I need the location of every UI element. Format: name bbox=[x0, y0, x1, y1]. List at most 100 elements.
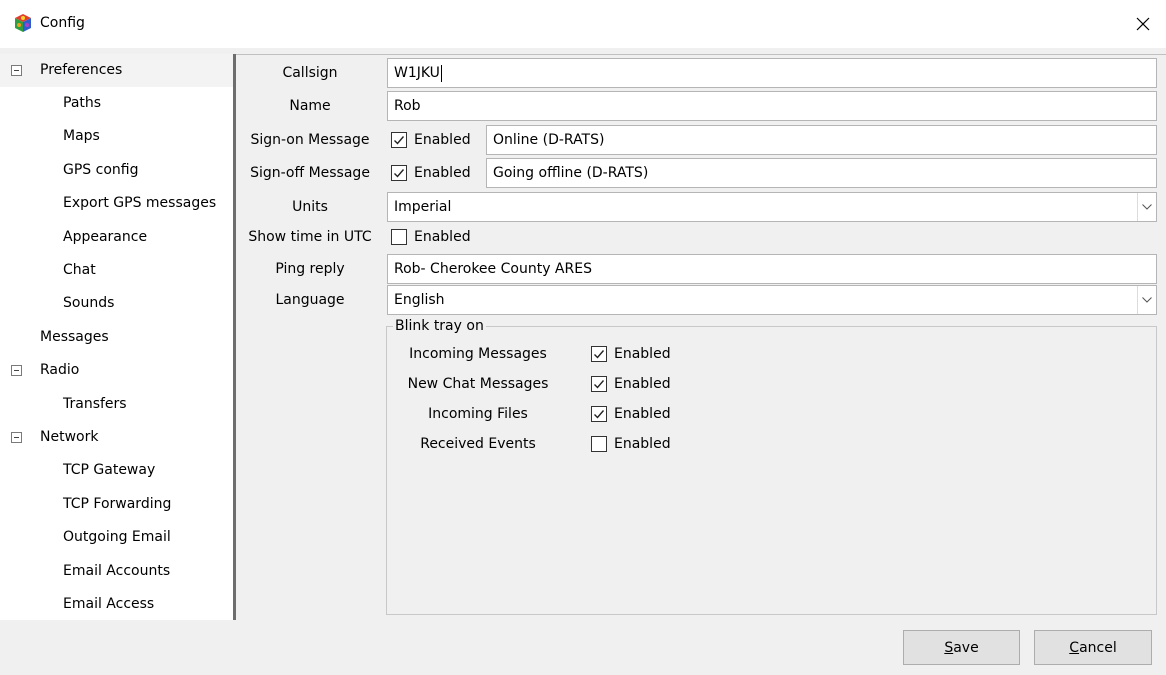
settings-tree[interactable]: Preferences Paths Maps GPS config Export… bbox=[0, 54, 233, 620]
close-button[interactable] bbox=[1120, 0, 1166, 48]
check-icon bbox=[594, 350, 605, 359]
preferences-form: Callsign W1JKU Name Rob Sign-on Message … bbox=[236, 54, 1166, 620]
checkbox-box[interactable] bbox=[591, 376, 607, 392]
save-button[interactable]: Save bbox=[903, 630, 1020, 665]
tree-item-appearance[interactable]: Appearance bbox=[63, 221, 147, 254]
units-label: Units bbox=[292, 199, 328, 215]
tree-item-label: Transfers bbox=[63, 396, 127, 412]
cancel-button[interactable]: Cancel bbox=[1034, 630, 1152, 665]
signon-enabled-checkbox[interactable]: Enabled bbox=[391, 125, 471, 155]
window-title: Config bbox=[40, 15, 85, 31]
signoff-enabled-checkbox[interactable]: Enabled bbox=[391, 158, 471, 188]
checkbox-box[interactable] bbox=[391, 229, 407, 245]
check-icon bbox=[594, 380, 605, 389]
callsign-label: Callsign bbox=[282, 65, 338, 81]
tree-item-chat[interactable]: Chat bbox=[63, 254, 96, 287]
dropdown-arrow[interactable] bbox=[1137, 193, 1156, 221]
collapse-icon[interactable] bbox=[11, 432, 22, 443]
text-cursor bbox=[440, 64, 442, 82]
name-input[interactable]: Rob bbox=[387, 91, 1157, 121]
check-icon bbox=[594, 410, 605, 419]
check-icon bbox=[394, 136, 405, 145]
check-icon bbox=[394, 169, 405, 178]
signoff-message-input[interactable]: Going offline (D-RATS) bbox=[486, 158, 1157, 188]
incoming-files-checkbox[interactable]: Enabled bbox=[591, 399, 671, 429]
tree-item-label: TCP Forwarding bbox=[63, 496, 172, 512]
tree-item-paths[interactable]: Paths bbox=[63, 87, 101, 120]
language-label: Language bbox=[275, 292, 345, 308]
incoming-files-label: Incoming Files bbox=[428, 406, 528, 422]
tree-item-label: Maps bbox=[63, 128, 100, 144]
tree-item-label: TCP Gateway bbox=[63, 462, 156, 478]
checkbox-label: Enabled bbox=[614, 346, 671, 362]
tree-item-label: Appearance bbox=[63, 229, 148, 245]
tree-item-label: Sounds bbox=[63, 295, 115, 311]
signon-label: Sign-on Message bbox=[250, 132, 370, 148]
signoff-label: Sign-off Message bbox=[250, 165, 370, 181]
colorful-cube-icon bbox=[15, 14, 31, 32]
dropdown-arrow[interactable] bbox=[1137, 286, 1156, 314]
tree-item-gps-config[interactable]: GPS config bbox=[63, 154, 138, 187]
tree-item-label: GPS config bbox=[63, 162, 139, 178]
checkbox-box[interactable] bbox=[591, 406, 607, 422]
tree-item-label: Paths bbox=[63, 95, 102, 111]
save-mnemonic: S bbox=[944, 639, 954, 656]
tree-item-sounds[interactable]: Sounds bbox=[63, 287, 114, 320]
checkbox-label: Enabled bbox=[414, 229, 471, 245]
tree-item-radio[interactable]: Radio bbox=[11, 354, 79, 387]
signon-message-input[interactable]: Online (D-RATS) bbox=[486, 125, 1157, 155]
title-bar: Config bbox=[0, 0, 1166, 48]
callsign-input[interactable]: W1JKU bbox=[387, 58, 1157, 88]
save-label: ave bbox=[953, 639, 979, 656]
collapse-icon[interactable] bbox=[11, 65, 22, 76]
incoming-messages-label: Incoming Messages bbox=[409, 346, 547, 362]
tree-item-network[interactable]: Network bbox=[11, 421, 98, 454]
tree-item-label: Email Access bbox=[63, 596, 155, 612]
name-label: Name bbox=[289, 98, 331, 114]
tree-item-email-access[interactable]: Email Access bbox=[63, 588, 154, 621]
checkbox-label: Enabled bbox=[614, 406, 671, 422]
tree-item-label: Preferences bbox=[40, 62, 123, 78]
tree-item-label: Radio bbox=[40, 362, 80, 378]
cancel-mnemonic: C bbox=[1069, 639, 1080, 656]
tree-item-transfers[interactable]: Transfers bbox=[63, 388, 127, 421]
collapse-icon[interactable] bbox=[11, 365, 22, 376]
tree-item-label: Outgoing Email bbox=[63, 529, 171, 545]
tree-item-preferences[interactable]: Preferences bbox=[0, 54, 233, 87]
chevron-down-icon bbox=[1142, 204, 1152, 210]
language-select[interactable]: English bbox=[387, 285, 1157, 315]
tree-item-label: Network bbox=[40, 429, 99, 445]
tree-item-export-gps-messages[interactable]: Export GPS messages bbox=[63, 187, 216, 220]
tree-item-maps[interactable]: Maps bbox=[63, 120, 100, 153]
tree-item-label: Export GPS messages bbox=[63, 195, 217, 211]
received-events-label: Received Events bbox=[420, 436, 536, 452]
units-select[interactable]: Imperial bbox=[387, 192, 1157, 222]
checkbox-box[interactable] bbox=[391, 132, 407, 148]
tree-item-messages[interactable]: Messages bbox=[40, 321, 109, 354]
close-icon bbox=[1136, 17, 1150, 31]
cancel-label: ancel bbox=[1079, 639, 1117, 656]
utc-enabled-checkbox[interactable]: Enabled bbox=[391, 222, 471, 252]
tree-item-label: Email Accounts bbox=[63, 563, 171, 579]
checkbox-label: Enabled bbox=[614, 376, 671, 392]
tree-item-label: Chat bbox=[63, 262, 96, 278]
language-selected-value: English bbox=[394, 292, 445, 308]
checkbox-label: Enabled bbox=[614, 436, 671, 452]
checkbox-label: Enabled bbox=[414, 132, 471, 148]
checkbox-label: Enabled bbox=[414, 165, 471, 181]
tree-item-tcp-gateway[interactable]: TCP Gateway bbox=[63, 454, 155, 487]
new-chat-messages-checkbox[interactable]: Enabled bbox=[591, 369, 671, 399]
chevron-down-icon bbox=[1142, 297, 1152, 303]
tree-item-outgoing-email[interactable]: Outgoing Email bbox=[63, 521, 171, 554]
incoming-messages-checkbox[interactable]: Enabled bbox=[591, 339, 671, 369]
callsign-value: W1JKU bbox=[394, 65, 440, 81]
ping-reply-input[interactable]: Rob- Cherokee County ARES bbox=[387, 254, 1157, 284]
checkbox-box[interactable] bbox=[591, 436, 607, 452]
tree-item-email-accounts[interactable]: Email Accounts bbox=[63, 555, 170, 588]
new-chat-messages-label: New Chat Messages bbox=[407, 376, 549, 392]
checkbox-box[interactable] bbox=[591, 346, 607, 362]
tree-item-tcp-forwarding[interactable]: TCP Forwarding bbox=[63, 488, 171, 521]
tree-item-label: Messages bbox=[40, 329, 109, 345]
checkbox-box[interactable] bbox=[391, 165, 407, 181]
received-events-checkbox[interactable]: Enabled bbox=[591, 429, 671, 459]
